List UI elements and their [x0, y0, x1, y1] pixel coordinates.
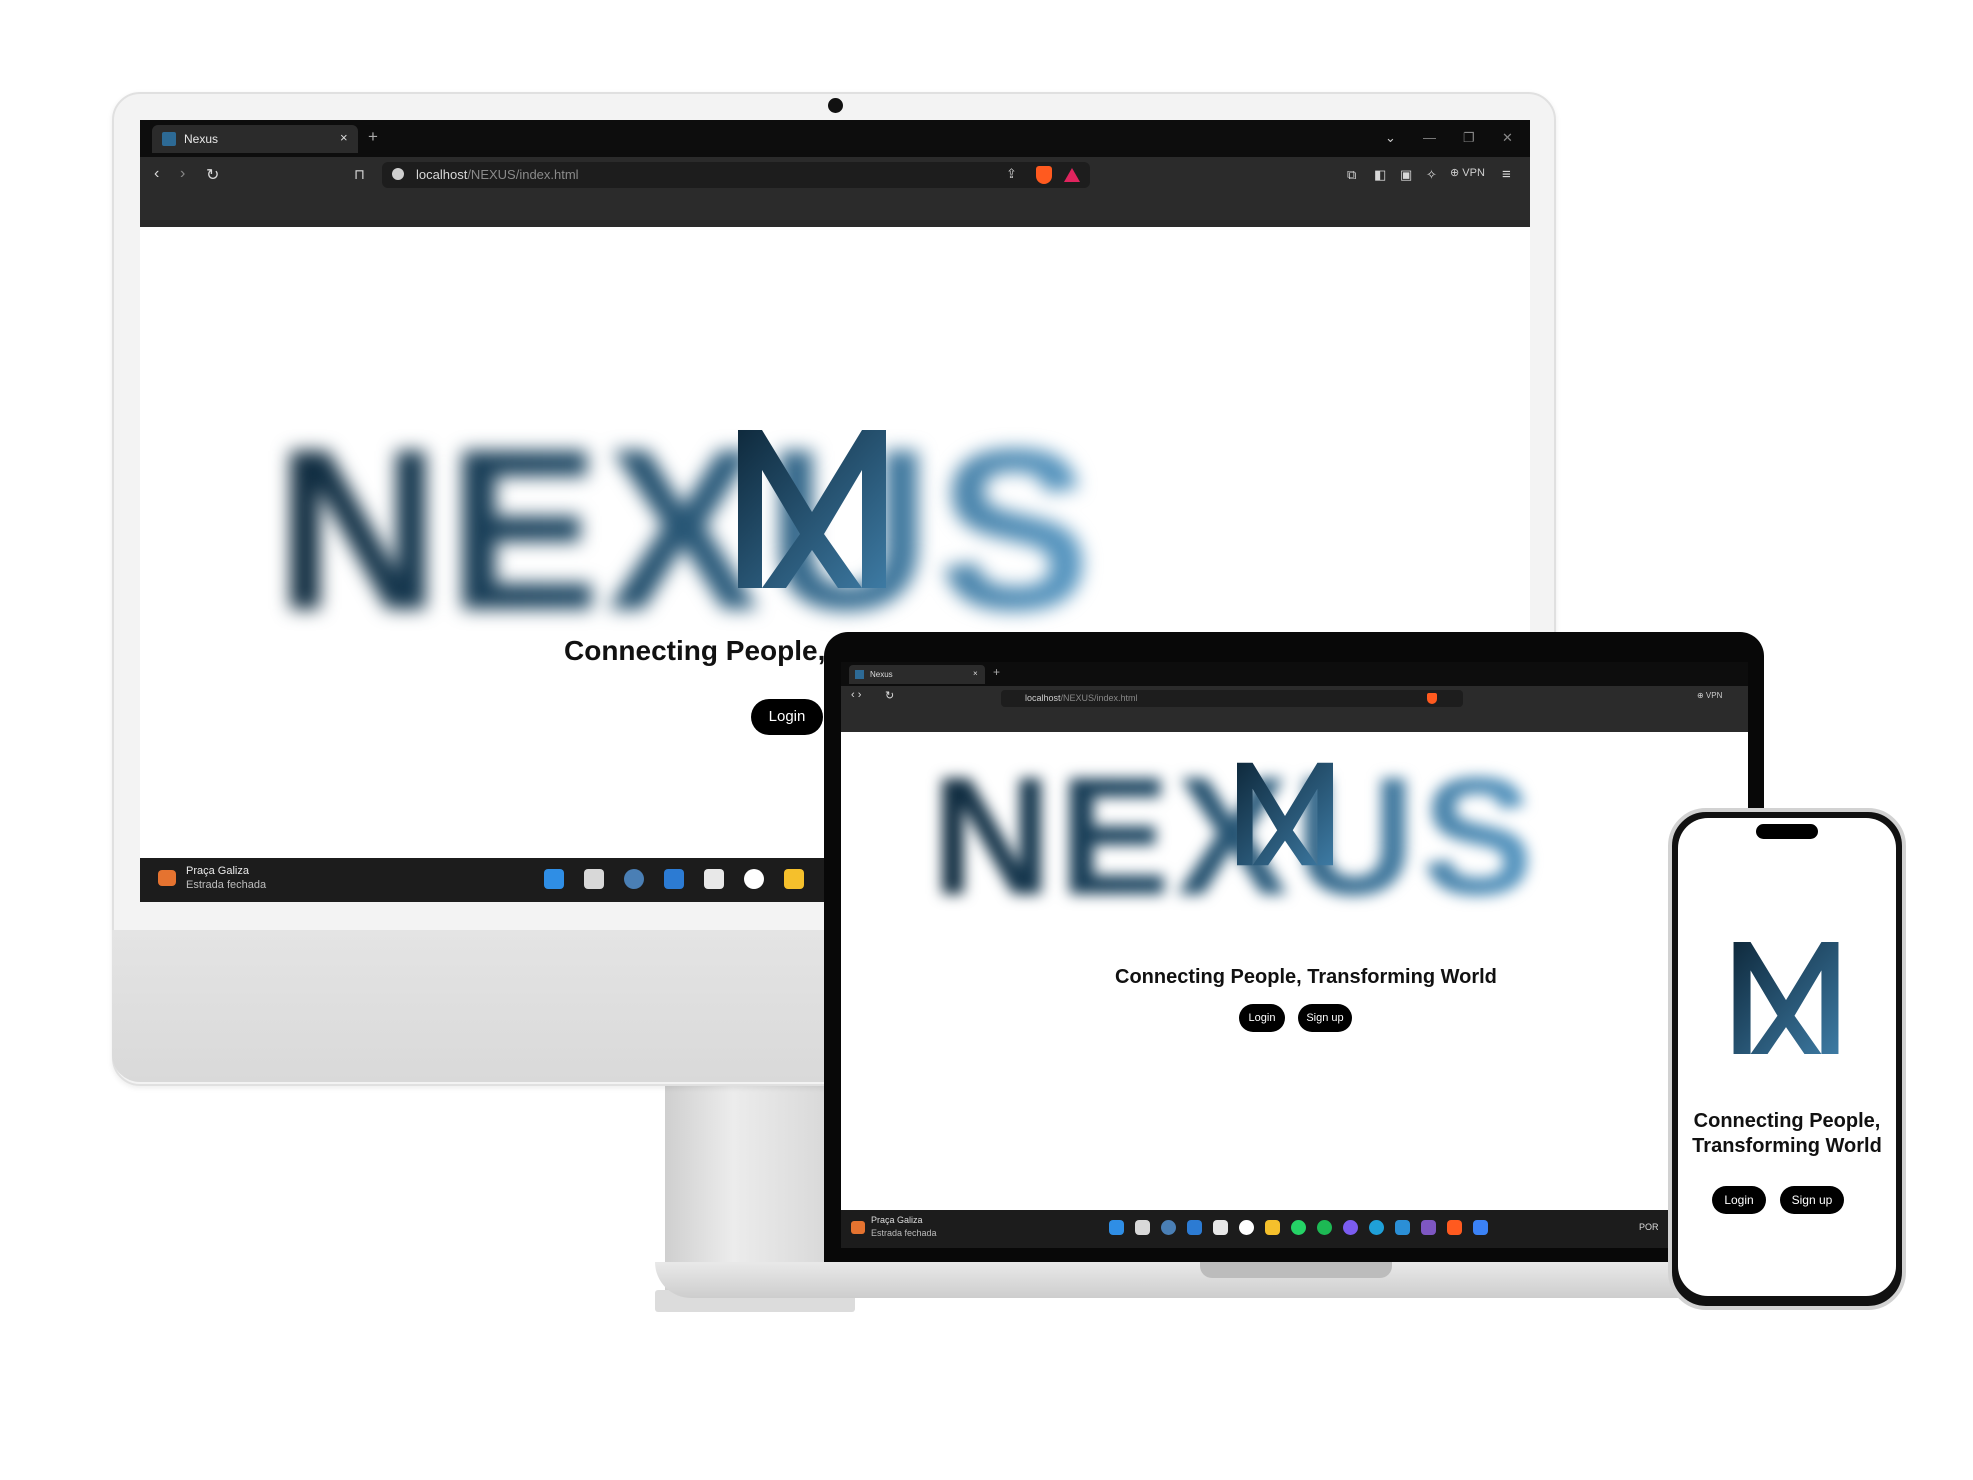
- window-close-icon[interactable]: ✕: [1502, 130, 1513, 146]
- task-view-icon[interactable]: [584, 869, 604, 889]
- bookmark-icon[interactable]: ⊓: [354, 166, 365, 183]
- tagline: Connecting People,: [564, 635, 826, 666]
- weather-icon[interactable]: [851, 1221, 865, 1234]
- laptop-tab-nexus[interactable]: Nexus ×: [849, 665, 985, 684]
- task-view-icon[interactable]: [1135, 1220, 1150, 1235]
- laptop-notch: [1200, 1262, 1392, 1278]
- sidebar-icon[interactable]: ◧: [1374, 167, 1386, 183]
- tab-nexus[interactable]: Nexus ×: [152, 125, 358, 153]
- minimize-icon[interactable]: —: [1423, 130, 1436, 145]
- brave-rewards-icon[interactable]: [1064, 168, 1080, 182]
- vpn-button[interactable]: ⊕ VPN: [1450, 166, 1485, 179]
- weather-status: Estrada fechada: [871, 1228, 937, 1238]
- tab-title: Nexus: [184, 132, 219, 146]
- file-explorer-icon[interactable]: [784, 869, 804, 889]
- brave-icon[interactable]: [1447, 1220, 1462, 1235]
- messenger-icon[interactable]: [1343, 1220, 1358, 1235]
- browser-toolbar: ‹ › ↻ ⊓ localhost/NEXUS/index.html ⇪ ⧉ ◧…: [140, 157, 1530, 227]
- extensions-icon[interactable]: ⧉: [1347, 167, 1356, 183]
- spotify-icon[interactable]: [1317, 1220, 1332, 1235]
- url-path: /NEXUS/index.html: [467, 167, 579, 182]
- nexus-logo-icon: [1733, 942, 1839, 1054]
- address-bar[interactable]: localhost/NEXUS/index.html ⇪: [382, 162, 1090, 188]
- laptop-address-bar[interactable]: localhost/NEXUS/index.html: [1001, 690, 1463, 707]
- bing-icon[interactable]: [744, 869, 764, 889]
- share-icon[interactable]: ⇪: [1006, 166, 1017, 182]
- blurred-brand-wordmark: NEXUS: [931, 742, 1540, 930]
- laptop-taskbar: Praça Galiza Estrada fechada POR: [841, 1210, 1748, 1248]
- close-icon[interactable]: ×: [340, 130, 348, 145]
- new-tab-button[interactable]: +: [993, 665, 1000, 679]
- weather-title: Praça Galiza: [186, 865, 249, 877]
- tagline: Connecting People, Transforming World: [1115, 966, 1497, 988]
- login-button[interactable]: Login: [1712, 1186, 1766, 1214]
- nexus-favicon-icon: [855, 670, 864, 679]
- login-button[interactable]: Login: [751, 699, 823, 735]
- laptop-browser-toolbar: ‹ › ↻ localhost/NEXUS/index.html ⊕ VPN: [841, 686, 1748, 732]
- url-host: localhost: [416, 167, 468, 182]
- file-explorer-icon[interactable]: [1265, 1220, 1280, 1235]
- leo-icon[interactable]: ✧: [1426, 167, 1437, 183]
- tagline-line-1: Connecting People,: [1693, 1110, 1881, 1132]
- nexus-logo-icon: [1237, 762, 1333, 866]
- brave-shield-icon[interactable]: [1427, 693, 1437, 704]
- vpn-button[interactable]: ⊕ VPN: [1697, 691, 1722, 700]
- phone-dynamic-island: [1756, 824, 1818, 839]
- weather-icon[interactable]: [158, 870, 176, 886]
- menu-icon[interactable]: ≡: [1502, 166, 1511, 183]
- url-text: localhost/NEXUS/index.html: [416, 167, 579, 182]
- weather-status: Estrada fechada: [186, 879, 267, 891]
- camera-icon: [828, 98, 843, 113]
- wallet-icon[interactable]: ▣: [1400, 167, 1412, 183]
- reload-icon[interactable]: ↻: [885, 689, 894, 702]
- todo-icon[interactable]: [1473, 1220, 1488, 1235]
- nexus-favicon-icon: [162, 132, 176, 146]
- edge-icon[interactable]: [1369, 1220, 1384, 1235]
- settings-icon[interactable]: [624, 869, 644, 889]
- windows-start-icon[interactable]: [544, 869, 564, 889]
- laptop-screen: Nexus × + ‹ › ↻ localhost/NEXUS/index.ht…: [841, 662, 1748, 1248]
- visual-studio-icon[interactable]: [1421, 1220, 1436, 1235]
- chevron-down-icon[interactable]: ⌄: [1385, 130, 1396, 146]
- store-icon[interactable]: [1213, 1220, 1228, 1235]
- tagline-line-2: Transforming World: [1692, 1135, 1882, 1157]
- forward-icon[interactable]: ›: [180, 165, 185, 183]
- maximize-icon[interactable]: ❐: [1463, 130, 1475, 146]
- signup-button[interactable]: Sign up: [1298, 1004, 1352, 1032]
- language-indicator[interactable]: POR: [1639, 1222, 1659, 1232]
- new-tab-button[interactable]: +: [368, 127, 378, 147]
- windows-start-icon[interactable]: [1109, 1220, 1124, 1235]
- laptop-tab-title: Nexus: [870, 670, 893, 679]
- login-button[interactable]: Login: [1239, 1004, 1285, 1032]
- back-icon[interactable]: ‹ ›: [851, 689, 861, 701]
- whatsapp-icon[interactable]: [1291, 1220, 1306, 1235]
- vscode-icon[interactable]: [1395, 1220, 1410, 1235]
- brave-shield-icon[interactable]: [1036, 166, 1052, 184]
- signup-button[interactable]: Sign up: [1780, 1186, 1844, 1214]
- close-icon[interactable]: ×: [973, 669, 978, 678]
- remote-desktop-icon[interactable]: [1187, 1220, 1202, 1235]
- store-icon[interactable]: [704, 869, 724, 889]
- nexus-logo-icon: [738, 430, 886, 588]
- laptop-tab-strip: Nexus × +: [841, 662, 1748, 686]
- back-icon[interactable]: ‹: [154, 165, 159, 183]
- bing-icon[interactable]: [1239, 1220, 1254, 1235]
- url-host: localhost: [1025, 693, 1061, 703]
- remote-desktop-icon[interactable]: [664, 869, 684, 889]
- weather-title: Praça Galiza: [871, 1215, 923, 1225]
- reload-icon[interactable]: ↻: [206, 165, 219, 185]
- url-text: localhost/NEXUS/index.html: [1025, 693, 1138, 703]
- info-icon[interactable]: [392, 168, 404, 180]
- settings-icon[interactable]: [1161, 1220, 1176, 1235]
- tab-strip: Nexus × + ⌄ — ❐ ✕: [140, 120, 1530, 157]
- url-path: /NEXUS/index.html: [1060, 693, 1138, 703]
- blurred-brand-wordmark: NEXUS: [275, 401, 1098, 658]
- phone-screen: Connecting People, Transforming World Lo…: [1678, 818, 1896, 1296]
